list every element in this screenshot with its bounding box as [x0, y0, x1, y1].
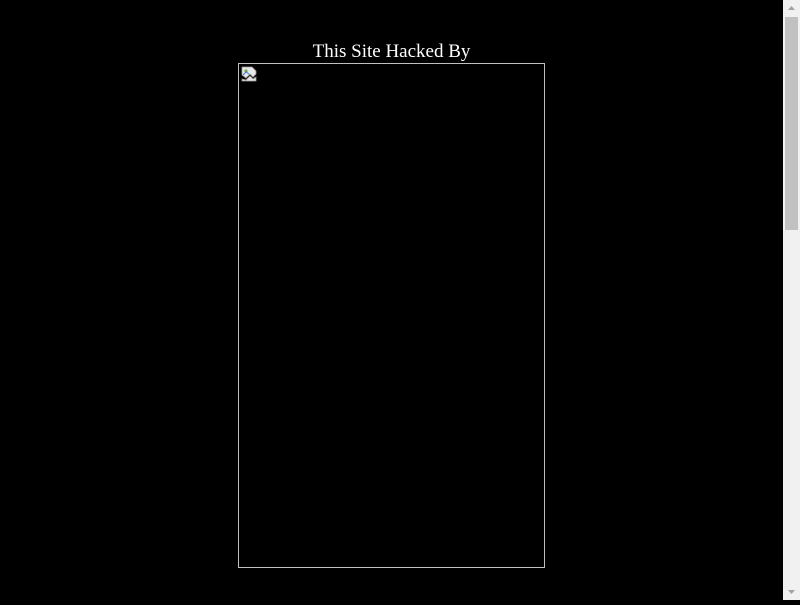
- page-headline: This Site Hacked By: [312, 41, 471, 62]
- scroll-up-button[interactable]: [783, 0, 800, 17]
- page-body: This Site Hacked By: [0, 0, 783, 600]
- arrow-up-icon: [788, 6, 795, 10]
- broken-image: [238, 63, 545, 568]
- scroll-thumb[interactable]: [785, 17, 798, 230]
- broken-image-icon: [241, 66, 257, 82]
- scroll-down-button[interactable]: [783, 583, 800, 600]
- arrow-down-icon: [788, 590, 795, 594]
- vertical-scrollbar[interactable]: [783, 0, 800, 600]
